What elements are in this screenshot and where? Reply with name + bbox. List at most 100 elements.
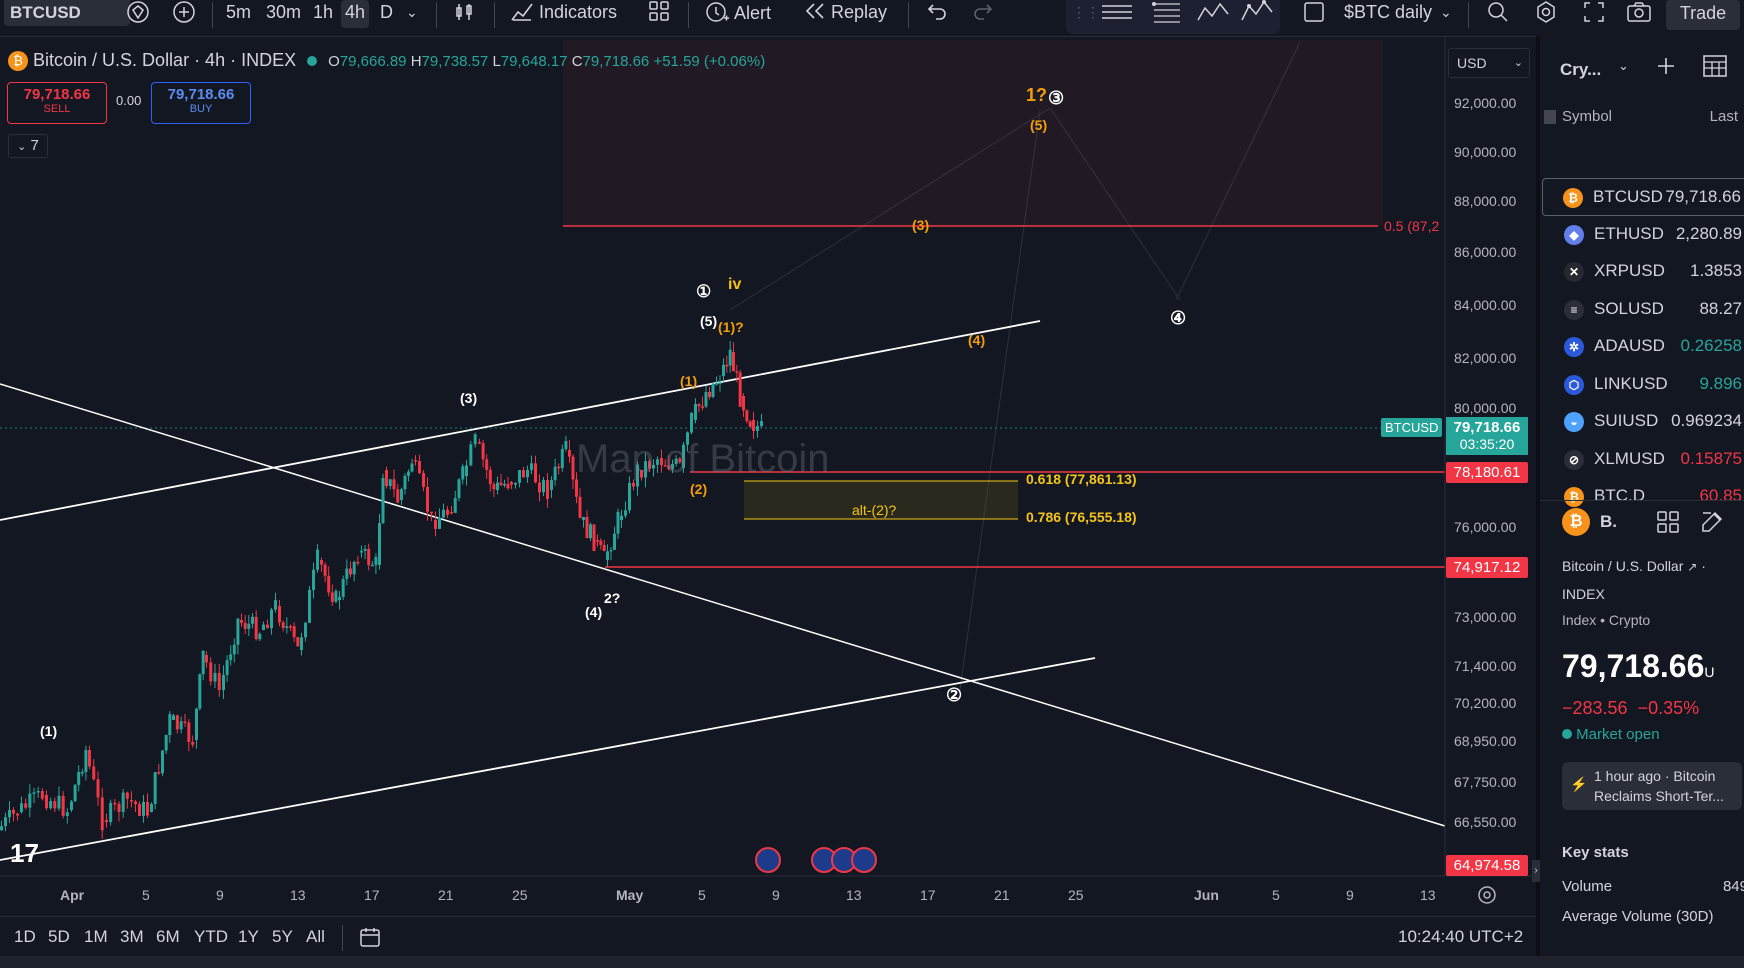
fib-tool-icon[interactable] — [1150, 0, 1184, 28]
candle-body — [499, 482, 503, 486]
edit-icon[interactable] — [1700, 510, 1724, 539]
interval-30m[interactable]: 30m — [266, 0, 301, 28]
candle-body — [330, 592, 334, 602]
candle-body — [732, 352, 735, 372]
column-header-symbol[interactable]: Symbol — [1562, 108, 1612, 125]
currency-select[interactable]: USD ⌄ — [1448, 48, 1530, 78]
indicators-button[interactable]: Indicators — [510, 0, 617, 28]
candle-body — [274, 600, 277, 610]
snapshot-icon[interactable] — [1626, 0, 1652, 28]
column-header-last[interactable]: Last — [1710, 108, 1738, 125]
range-5y[interactable]: 5Y — [272, 927, 293, 947]
candle-body — [125, 792, 129, 799]
lines-tool-icon[interactable] — [1100, 0, 1134, 28]
alert-button[interactable]: Alert — [704, 0, 771, 28]
interval-d[interactable]: D — [380, 0, 393, 28]
range-1m[interactable]: 1M — [84, 927, 108, 947]
candle-body — [465, 465, 468, 476]
range-1d[interactable]: 1D — [14, 927, 36, 947]
watchlist-row-suiusd[interactable]: ◒ SUIUSD 0.969234 — [1544, 403, 1744, 439]
candle-body — [363, 548, 367, 551]
price-chart[interactable]: Map of Bitcoin (1) (3) (4) 2? (5) ① iv (… — [0, 36, 1536, 916]
details-name[interactable]: Bitcoin / U.S. Dollar — [1562, 558, 1683, 574]
layout-name[interactable]: $BTC daily — [1344, 0, 1432, 28]
candle-body — [100, 797, 104, 831]
fullscreen-icon[interactable] — [1582, 0, 1606, 28]
market-status: Market open — [1562, 726, 1660, 743]
watchlist-last: 60.85 — [1699, 486, 1742, 505]
suiusd-icon: ◒ — [1564, 412, 1584, 432]
range-1y[interactable]: 1Y — [238, 927, 259, 947]
current-price-tag: 79,718.66 03:35:20 — [1446, 417, 1528, 455]
templates-icon[interactable] — [648, 0, 670, 28]
market-status-label: Market open — [1576, 726, 1660, 743]
watchlist-row-xrpusd[interactable]: ✕ XRPUSD 1.3853 — [1544, 253, 1744, 289]
quick-search-icon[interactable] — [1486, 0, 1510, 28]
add-symbol-icon[interactable] — [1654, 54, 1678, 83]
details-layout-icon[interactable] — [1656, 510, 1680, 539]
interval-4h[interactable]: 4h — [341, 0, 370, 28]
chart-type-icon[interactable] — [452, 0, 476, 28]
favorite-icon[interactable] — [126, 0, 150, 28]
trade-button[interactable]: Trade — [1666, 0, 1740, 30]
legend-title[interactable]: Bitcoin / U.S. Dollar · 4h · INDEX — [33, 50, 296, 70]
settings-icon[interactable] — [1534, 0, 1558, 28]
clock[interactable]: 10:24:40 UTC+2 — [1398, 927, 1523, 947]
candle-body — [488, 469, 492, 485]
collapse-panel-icon[interactable]: › — [1532, 860, 1540, 882]
candle-body — [609, 549, 613, 552]
sell-button[interactable]: 79,718.66 SELL — [7, 82, 107, 124]
range-5d[interactable]: 5D — [48, 927, 70, 947]
chevron-down-icon[interactable]: ⌄ — [1618, 58, 1629, 74]
watchlist-row-xlmusd[interactable]: ⊘ XLMUSD 0.15875 — [1544, 441, 1744, 477]
interval-5m[interactable]: 5m — [226, 0, 251, 28]
external-link-icon[interactable]: ↗ — [1687, 560, 1697, 574]
range-3m[interactable]: 3M — [120, 927, 144, 947]
time-axis-tick: May — [616, 887, 643, 903]
compare-add-icon[interactable] — [172, 0, 196, 28]
news-card[interactable]: ⚡ 1 hour ago · Bitcoin Reclaims Short-Te… — [1562, 762, 1742, 810]
candle-body — [266, 624, 269, 629]
economic-events[interactable] — [755, 847, 877, 873]
wave-label-5-orange: (5) — [1030, 117, 1047, 133]
layout-dropdown-icon[interactable]: ⌄ — [1440, 0, 1452, 28]
symbol-search-button[interactable]: BTCUSD — [4, 0, 130, 26]
watchlist-symbol: XLMUSD — [1594, 448, 1665, 468]
time-axis-tick: 13 — [846, 887, 862, 903]
candle-body — [77, 772, 81, 785]
drag-handle-icon[interactable]: ⋮⋮ — [1072, 0, 1100, 28]
undo-icon[interactable] — [926, 0, 948, 28]
layout-checkbox-icon[interactable] — [1302, 0, 1326, 28]
price-axis-tick: 71,400.00 — [1454, 658, 1516, 674]
interval-1h[interactable]: 1h — [313, 0, 333, 28]
candle-body — [191, 741, 195, 745]
watchlist-row-ethusd[interactable]: ◆ ETHUSD 2,280.89 — [1544, 216, 1744, 252]
interval-dropdown-icon[interactable]: ⌄ — [406, 0, 418, 28]
watchlist-row-solusd[interactable]: ≡ SOLUSD 88.27 — [1544, 291, 1744, 327]
sell-price: 79,718.66 — [23, 86, 91, 103]
axis-settings-icon[interactable] — [1476, 884, 1498, 911]
candle-body — [571, 456, 575, 480]
range-ytd[interactable]: YTD — [194, 927, 228, 947]
pattern-tool-icon[interactable] — [1196, 0, 1230, 28]
candle-body — [745, 410, 749, 422]
lower-channel-line[interactable] — [0, 657, 1096, 861]
watchlist-row-adausd[interactable]: ✲ ADAUSD 0.26258 — [1544, 328, 1744, 364]
date-range-icon[interactable] — [358, 925, 382, 954]
elliott-wave-tool-icon[interactable] — [1240, 0, 1274, 28]
range-6m[interactable]: 6M — [156, 927, 180, 947]
watchlist-row-linkusd[interactable]: ⬡ LINKUSD 9.896 — [1544, 366, 1744, 402]
range-all[interactable]: All — [306, 927, 325, 947]
redo-icon[interactable] — [972, 0, 994, 28]
advanced-view-icon[interactable] — [1702, 54, 1728, 83]
buy-button[interactable]: 79,718.66 BUY — [151, 82, 251, 124]
watchlist-row-btcusd[interactable]: ₿ BTCUSD 79,718.66 — [1542, 178, 1744, 216]
candle-body — [183, 721, 187, 723]
candle-body — [426, 486, 429, 512]
time-axis[interactable]: Apr 5 9 13 17 21 25 May 5 9 13 17 21 25 Jun 5 9 13 — [60, 887, 1436, 903]
candle-body — [209, 662, 213, 682]
candle-body — [16, 813, 19, 816]
watchlist-name[interactable]: Cry... — [1560, 60, 1601, 80]
indicators-toggle[interactable]: ⌄ 7 — [8, 134, 48, 158]
replay-button[interactable]: Replay — [804, 0, 887, 28]
